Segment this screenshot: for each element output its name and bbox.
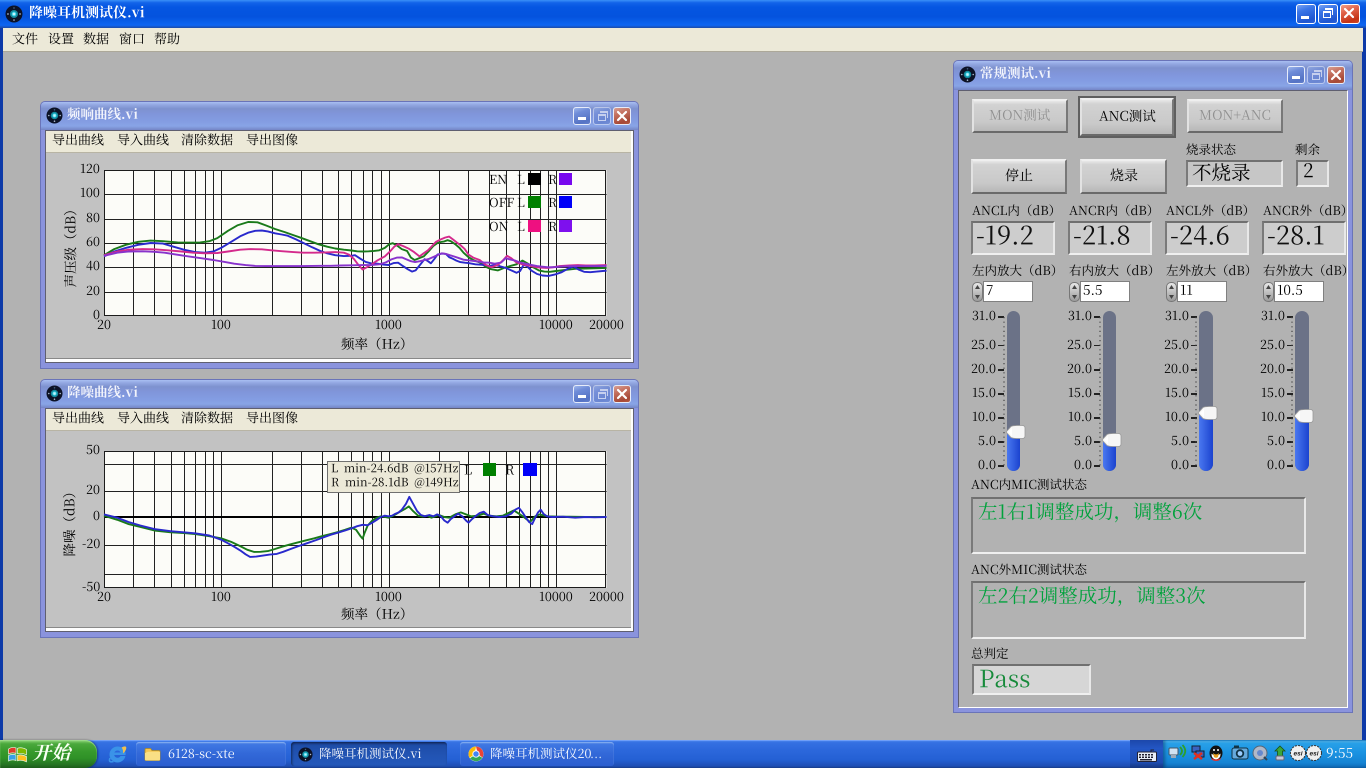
svg-text:esi: esi: [1293, 751, 1302, 758]
svg-text:esi: esi: [1309, 751, 1318, 758]
